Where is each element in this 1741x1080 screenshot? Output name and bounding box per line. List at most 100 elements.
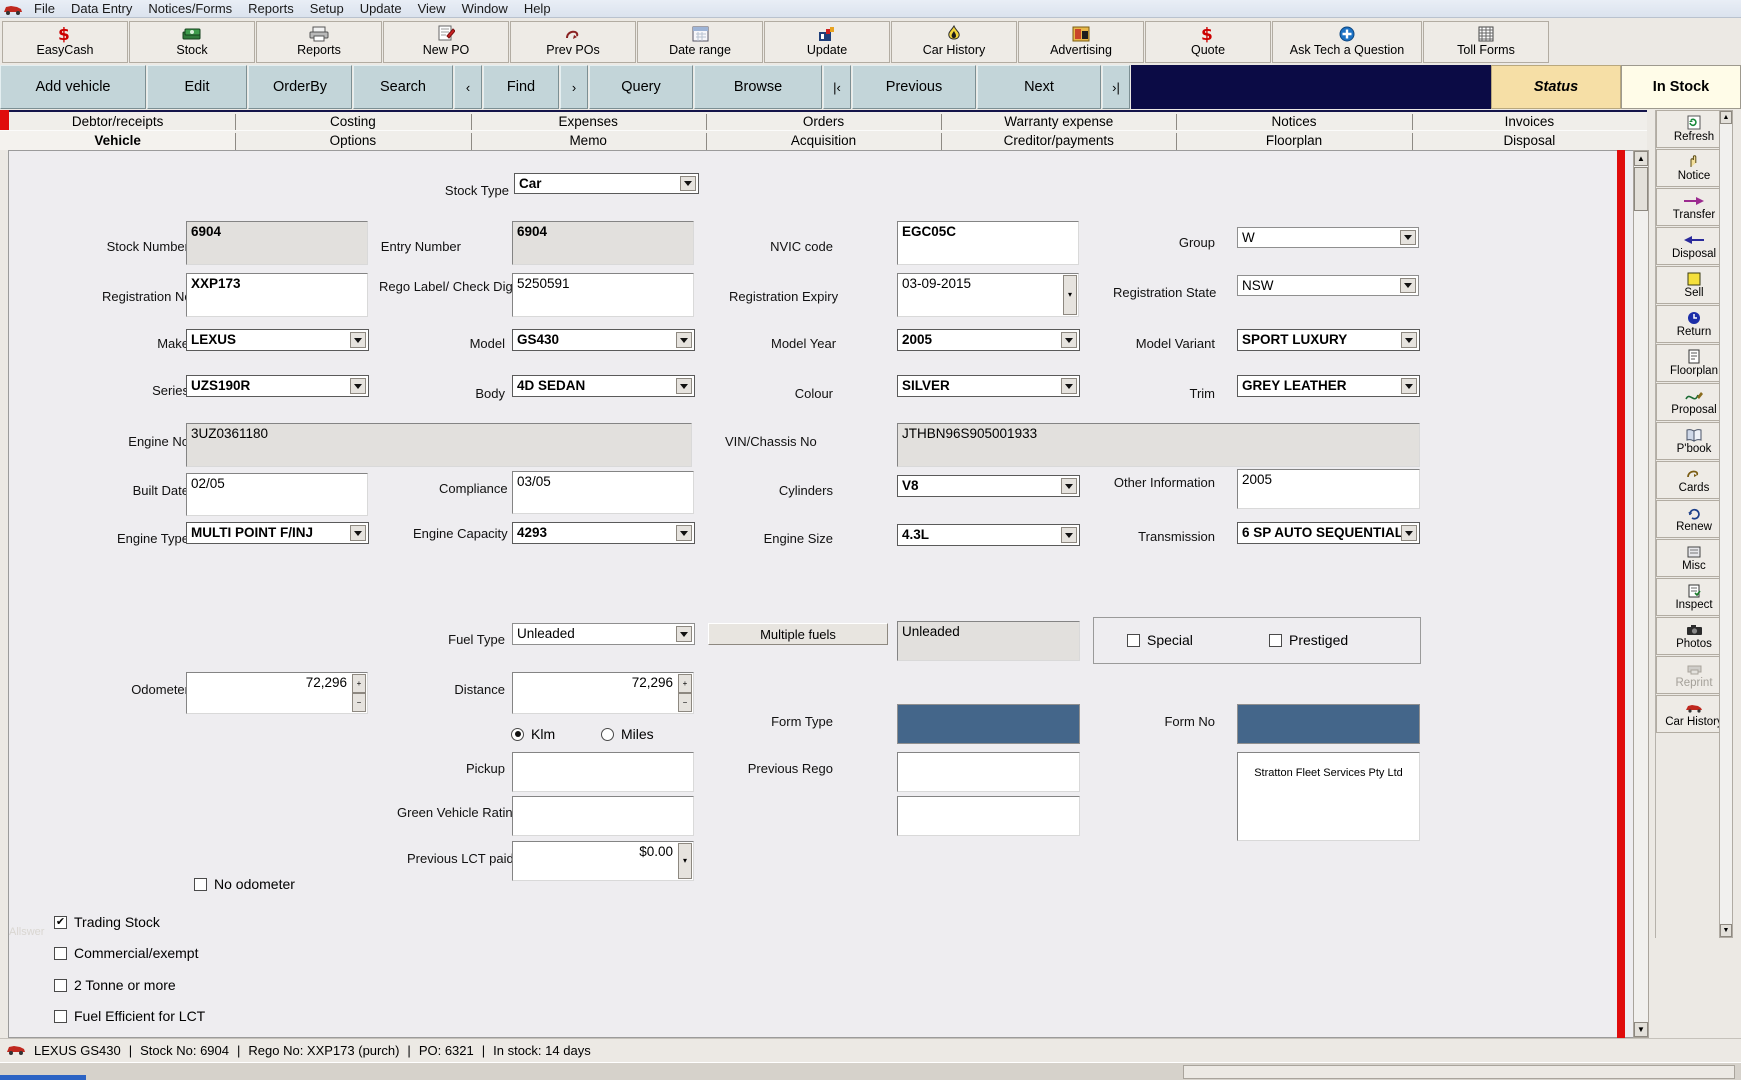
form-no-field[interactable]	[1237, 704, 1420, 744]
query-button[interactable]: Query	[589, 65, 693, 109]
chevron-down-icon[interactable]	[1061, 332, 1077, 348]
menu-item-window[interactable]: Window	[454, 0, 516, 18]
trading-stock-checkbox[interactable]: ✔ Trading Stock	[54, 914, 160, 930]
checkbox-box[interactable]	[54, 978, 67, 992]
edit-button[interactable]: Edit	[147, 65, 247, 109]
no-odometer-checkbox[interactable]: No odometer	[194, 876, 295, 892]
engine-capacity-combo[interactable]: 4293	[512, 522, 695, 544]
add-vehicle-button[interactable]: Add vehicle	[0, 65, 146, 109]
chevron-down-icon[interactable]	[676, 525, 692, 541]
find-next-button[interactable]: ›	[560, 65, 588, 109]
previous-button[interactable]: Previous	[852, 65, 976, 109]
last-record-button[interactable]: ›|	[1102, 65, 1130, 109]
checkbox-box[interactable]	[1127, 633, 1140, 647]
chevron-down-icon[interactable]	[676, 332, 692, 348]
fuel-efficient-lct-checkbox[interactable]: Fuel Efficient for LCT	[54, 1008, 205, 1024]
checkbox-box[interactable]	[54, 946, 67, 960]
chevron-down-icon[interactable]	[1061, 527, 1077, 543]
tab-expenses[interactable]: Expenses	[470, 110, 706, 130]
chevron-down-icon[interactable]	[1061, 378, 1077, 394]
distance-field[interactable]: 72,296 + −	[512, 672, 694, 714]
prestiged-checkbox[interactable]: Prestiged	[1269, 632, 1348, 648]
other-information-field[interactable]: 2005	[1237, 469, 1420, 509]
spinner-up-icon[interactable]: +	[352, 674, 366, 693]
browse-button[interactable]: Browse	[694, 65, 822, 109]
tab-options[interactable]: Options	[235, 130, 471, 150]
tab-debtor-receipts[interactable]: Debtor/receipts	[0, 110, 236, 130]
next-button[interactable]: Next	[977, 65, 1101, 109]
previous-rego-field[interactable]	[897, 752, 1080, 792]
two-tonne-checkbox[interactable]: 2 Tonne or more	[54, 977, 176, 993]
multiple-fuels-button[interactable]: Multiple fuels	[708, 623, 888, 645]
chevron-down-icon[interactable]	[676, 626, 692, 642]
engine-size-combo[interactable]: 4.3L	[897, 524, 1080, 546]
chevron-down-icon[interactable]	[350, 525, 366, 541]
chevron-down-icon[interactable]	[1401, 378, 1417, 394]
toolbar-button-new-po[interactable]: New PO	[383, 21, 509, 63]
menu-item-data-entry[interactable]: Data Entry	[63, 0, 140, 18]
menu-item-update[interactable]: Update	[352, 0, 410, 18]
rego-label-check-digit-field[interactable]: 5250591	[512, 273, 694, 317]
previous-rego-extra-field[interactable]	[897, 796, 1080, 836]
colour-combo[interactable]: SILVER	[897, 375, 1080, 397]
spinner-down-icon[interactable]: ▾	[1063, 275, 1077, 315]
lct-spinner[interactable]: ▾	[678, 843, 692, 879]
nvic-code-field[interactable]: EGC05C	[897, 221, 1079, 265]
pickup-field[interactable]	[512, 752, 694, 792]
klm-radio[interactable]: Klm	[511, 726, 555, 742]
first-record-button[interactable]: |‹	[823, 65, 851, 109]
vin-chassis-field[interactable]: JTHBN96S905001933	[897, 423, 1420, 467]
scroll-down-button[interactable]: ▼	[1634, 1022, 1648, 1037]
search-button[interactable]: Search	[353, 65, 453, 109]
menu-item-help[interactable]: Help	[516, 0, 559, 18]
entry-number-field[interactable]: 6904	[512, 221, 694, 265]
group-combo[interactable]: W	[1237, 227, 1419, 248]
tab-floorplan[interactable]: Floorplan	[1176, 130, 1412, 150]
previous-lct-paid-field[interactable]: $0.00 ▾	[512, 841, 694, 881]
distance-spinner[interactable]: + −	[678, 674, 692, 712]
expiry-spinner[interactable]: ▾	[1063, 275, 1077, 315]
model-year-combo[interactable]: 2005	[897, 329, 1080, 351]
tab-warranty-expense[interactable]: Warranty expense	[941, 110, 1177, 130]
chevron-down-icon[interactable]	[1401, 332, 1417, 348]
form-type-field[interactable]	[897, 704, 1080, 744]
engine-type-combo[interactable]: MULTI POINT F/INJ	[186, 522, 369, 544]
sidebar-scroll-down-icon[interactable]: ▼	[1720, 924, 1732, 937]
transmission-combo[interactable]: 6 SP AUTO SEQUENTIAL	[1237, 522, 1420, 544]
sidebar-scrollbar[interactable]: ▲ ▼	[1719, 110, 1733, 938]
toolbar-button-quote[interactable]: $ Quote	[1145, 21, 1271, 63]
registration-expiry-field[interactable]: 03-09-2015 ▾	[897, 273, 1079, 317]
form-vertical-scrollbar[interactable]: ▲ ▼	[1633, 150, 1649, 1038]
checkbox-box[interactable]	[1269, 633, 1282, 647]
special-checkbox[interactable]: Special	[1127, 632, 1193, 648]
tab-memo[interactable]: Memo	[470, 130, 706, 150]
toolbar-button-advertising[interactable]: Advertising	[1018, 21, 1144, 63]
chevron-down-icon[interactable]	[350, 378, 366, 394]
chevron-down-icon[interactable]	[1061, 478, 1077, 494]
scroll-thumb[interactable]	[1634, 167, 1648, 211]
odometer-field[interactable]: 72,296 + −	[186, 672, 368, 714]
spinner-down-icon[interactable]: −	[678, 693, 692, 712]
tab-costing[interactable]: Costing	[235, 110, 471, 130]
tab-vehicle[interactable]: Vehicle	[0, 130, 236, 150]
menu-item-setup[interactable]: Setup	[302, 0, 352, 18]
trim-combo[interactable]: GREY LEATHER	[1237, 375, 1420, 397]
tab-disposal[interactable]: Disposal	[1411, 130, 1647, 150]
spinner-up-icon[interactable]: +	[678, 674, 692, 693]
model-variant-combo[interactable]: SPORT LUXURY	[1237, 329, 1420, 351]
toolbar-button-update[interactable]: Update	[764, 21, 890, 63]
menu-item-notices-forms[interactable]: Notices/Forms	[140, 0, 240, 18]
chevron-down-icon[interactable]	[1400, 278, 1416, 293]
compliance-field[interactable]: 03/05	[512, 471, 694, 514]
toolbar-button-ask-tech[interactable]: Ask Tech a Question	[1272, 21, 1422, 63]
green-vehicle-rating-field[interactable]	[512, 796, 694, 836]
chevron-down-icon[interactable]	[1400, 230, 1416, 245]
chevron-down-icon[interactable]	[680, 176, 696, 191]
tab-invoices[interactable]: Invoices	[1411, 110, 1647, 130]
menu-item-view[interactable]: View	[410, 0, 454, 18]
toolbar-button-car-history[interactable]: Car History	[891, 21, 1017, 63]
fuel-type-combo[interactable]: Unleaded	[512, 623, 695, 645]
checkbox-box[interactable]	[54, 1009, 67, 1023]
make-combo[interactable]: LEXUS	[186, 329, 369, 351]
toolbar-button-easycash[interactable]: $ EasyCash	[2, 21, 128, 63]
